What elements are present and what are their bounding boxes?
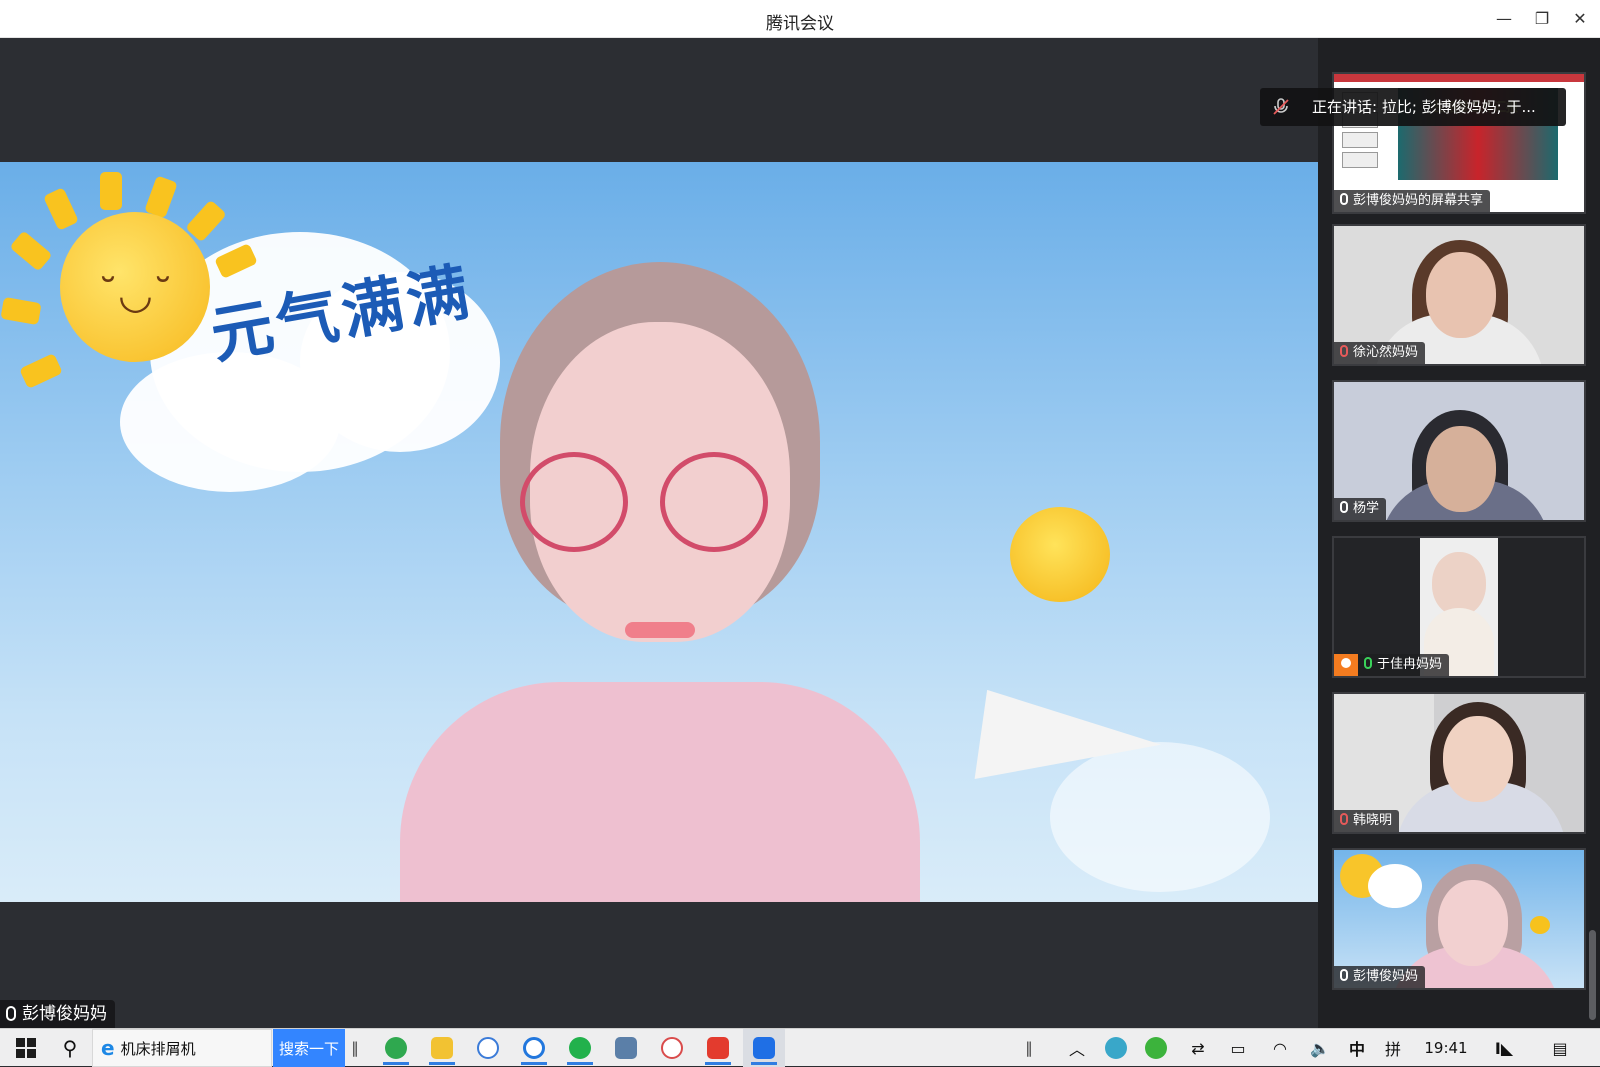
divider: ‖ bbox=[1025, 1039, 1033, 1057]
participant-name-label: 徐沁然妈妈 bbox=[1334, 342, 1426, 364]
microphone-active-icon bbox=[1364, 657, 1372, 669]
wps-icon bbox=[707, 1037, 729, 1059]
chevron-up-icon[interactable]: ︿ bbox=[1062, 1029, 1092, 1067]
main-stage: ˘◡˘ 元气满满 bbox=[0, 38, 1318, 1028]
divider: ‖ bbox=[351, 1039, 359, 1057]
taskbar-app-explorer[interactable] bbox=[421, 1029, 463, 1067]
microphone-icon bbox=[1340, 501, 1348, 513]
taskbar-app-tool[interactable] bbox=[651, 1029, 693, 1067]
participant-tile[interactable]: 彭博俊妈妈 bbox=[1332, 848, 1586, 990]
participant-name-label: 杨学 bbox=[1334, 498, 1387, 520]
paper-plane-illustration bbox=[974, 689, 1166, 805]
chick-illustration bbox=[1010, 507, 1110, 602]
speaking-text: 正在讲话: 拉比; 彭博俊妈妈; 于... bbox=[1312, 98, 1536, 116]
meeting-app-icon bbox=[753, 1037, 775, 1059]
microphone-muted-icon bbox=[1340, 345, 1348, 357]
taskbar-app-wechat[interactable] bbox=[559, 1029, 601, 1067]
close-icon[interactable]: ✕ bbox=[1569, 8, 1591, 30]
microphone-icon bbox=[6, 1006, 16, 1021]
microphone-muted-icon bbox=[1273, 98, 1289, 115]
participant-name-label: 于佳冉妈妈 bbox=[1358, 654, 1450, 676]
participant-tile[interactable]: 于佳冉妈妈 bbox=[1332, 536, 1586, 678]
chat-icon bbox=[569, 1037, 591, 1059]
search-icon[interactable]: ⚲ bbox=[50, 1029, 90, 1067]
ime-language-toggle[interactable]: 中 bbox=[1342, 1029, 1372, 1067]
participant-tile[interactable]: 韩晓明 bbox=[1332, 692, 1586, 834]
main-speaker-name-label: 彭博俊妈妈 bbox=[0, 1000, 115, 1028]
sidebar-scrollbar[interactable] bbox=[1589, 930, 1596, 1020]
taskbar-app-search[interactable] bbox=[513, 1029, 555, 1067]
participant-tile[interactable]: 徐沁然妈妈 bbox=[1332, 224, 1586, 366]
taskbar: ⚲ e 机床排屑机 搜索一下 ‖ ‖ ︿ ⇄ ▭ ◠ 🔈 中 拼 19:41 Ⅰ… bbox=[0, 1028, 1600, 1067]
title-bar: 腾讯会议 — ❐ ✕ bbox=[0, 0, 1600, 38]
taskbar-app-paint[interactable] bbox=[467, 1029, 509, 1067]
input-method-icon[interactable]: Ⅰ◣ bbox=[1484, 1029, 1524, 1067]
browser-icon: e bbox=[101, 1036, 115, 1060]
microphone-icon bbox=[1340, 969, 1348, 981]
search-button[interactable]: 搜索一下 bbox=[273, 1029, 345, 1067]
search-text: 机床排屑机 bbox=[120, 1039, 196, 1058]
restore-icon[interactable]: ❐ bbox=[1531, 8, 1553, 30]
taskbar-app-tencent-meeting[interactable] bbox=[743, 1029, 785, 1067]
settings-sliders-icon[interactable]: ⇄ bbox=[1182, 1029, 1214, 1067]
participant-name-label: 韩晓明 bbox=[1334, 810, 1400, 832]
participant-tile[interactable]: 杨学 bbox=[1332, 380, 1586, 522]
palette-icon bbox=[477, 1037, 499, 1059]
calculator-icon bbox=[615, 1037, 637, 1059]
magnifier-app-icon bbox=[523, 1037, 545, 1059]
main-speaker-person bbox=[400, 262, 920, 902]
participant-name-label: 彭博俊妈妈 bbox=[1334, 966, 1426, 988]
main-video[interactable]: ˘◡˘ 元气满满 bbox=[0, 162, 1318, 902]
host-badge-icon bbox=[1334, 654, 1358, 676]
minimize-icon[interactable]: — bbox=[1493, 8, 1515, 30]
start-button[interactable] bbox=[6, 1029, 46, 1067]
main-speaker-name: 彭博俊妈妈 bbox=[22, 1004, 107, 1024]
taskbar-search-input[interactable]: e 机床排屑机 bbox=[92, 1029, 272, 1067]
microphone-icon bbox=[1340, 193, 1348, 205]
tray-app-icon[interactable] bbox=[1100, 1029, 1132, 1067]
taskbar-app-wps[interactable] bbox=[697, 1029, 739, 1067]
notification-icon[interactable]: ▤ bbox=[1540, 1029, 1580, 1067]
windows-logo-icon bbox=[16, 1038, 36, 1058]
tool-icon bbox=[661, 1037, 683, 1059]
volume-icon[interactable]: 🔈 bbox=[1304, 1029, 1336, 1067]
tray-app-icon[interactable] bbox=[1140, 1029, 1172, 1067]
browser-app-icon bbox=[385, 1037, 407, 1059]
ime-mode-toggle[interactable]: 拼 bbox=[1378, 1029, 1408, 1067]
folder-icon bbox=[431, 1037, 453, 1059]
window-title: 腾讯会议 bbox=[766, 14, 834, 34]
speaking-indicator: 正在讲话: 拉比; 彭博俊妈妈; 于... bbox=[1260, 88, 1566, 126]
wifi-icon[interactable]: ◠ bbox=[1264, 1029, 1296, 1067]
microphone-muted-icon bbox=[1340, 813, 1348, 825]
participant-name-label: 彭博俊妈妈的屏幕共享 bbox=[1334, 190, 1491, 212]
taskbar-app-browser[interactable] bbox=[375, 1029, 417, 1067]
system-clock[interactable]: 19:41 bbox=[1418, 1029, 1474, 1067]
taskbar-app-calculator[interactable] bbox=[605, 1029, 647, 1067]
battery-icon[interactable]: ▭ bbox=[1222, 1029, 1254, 1067]
